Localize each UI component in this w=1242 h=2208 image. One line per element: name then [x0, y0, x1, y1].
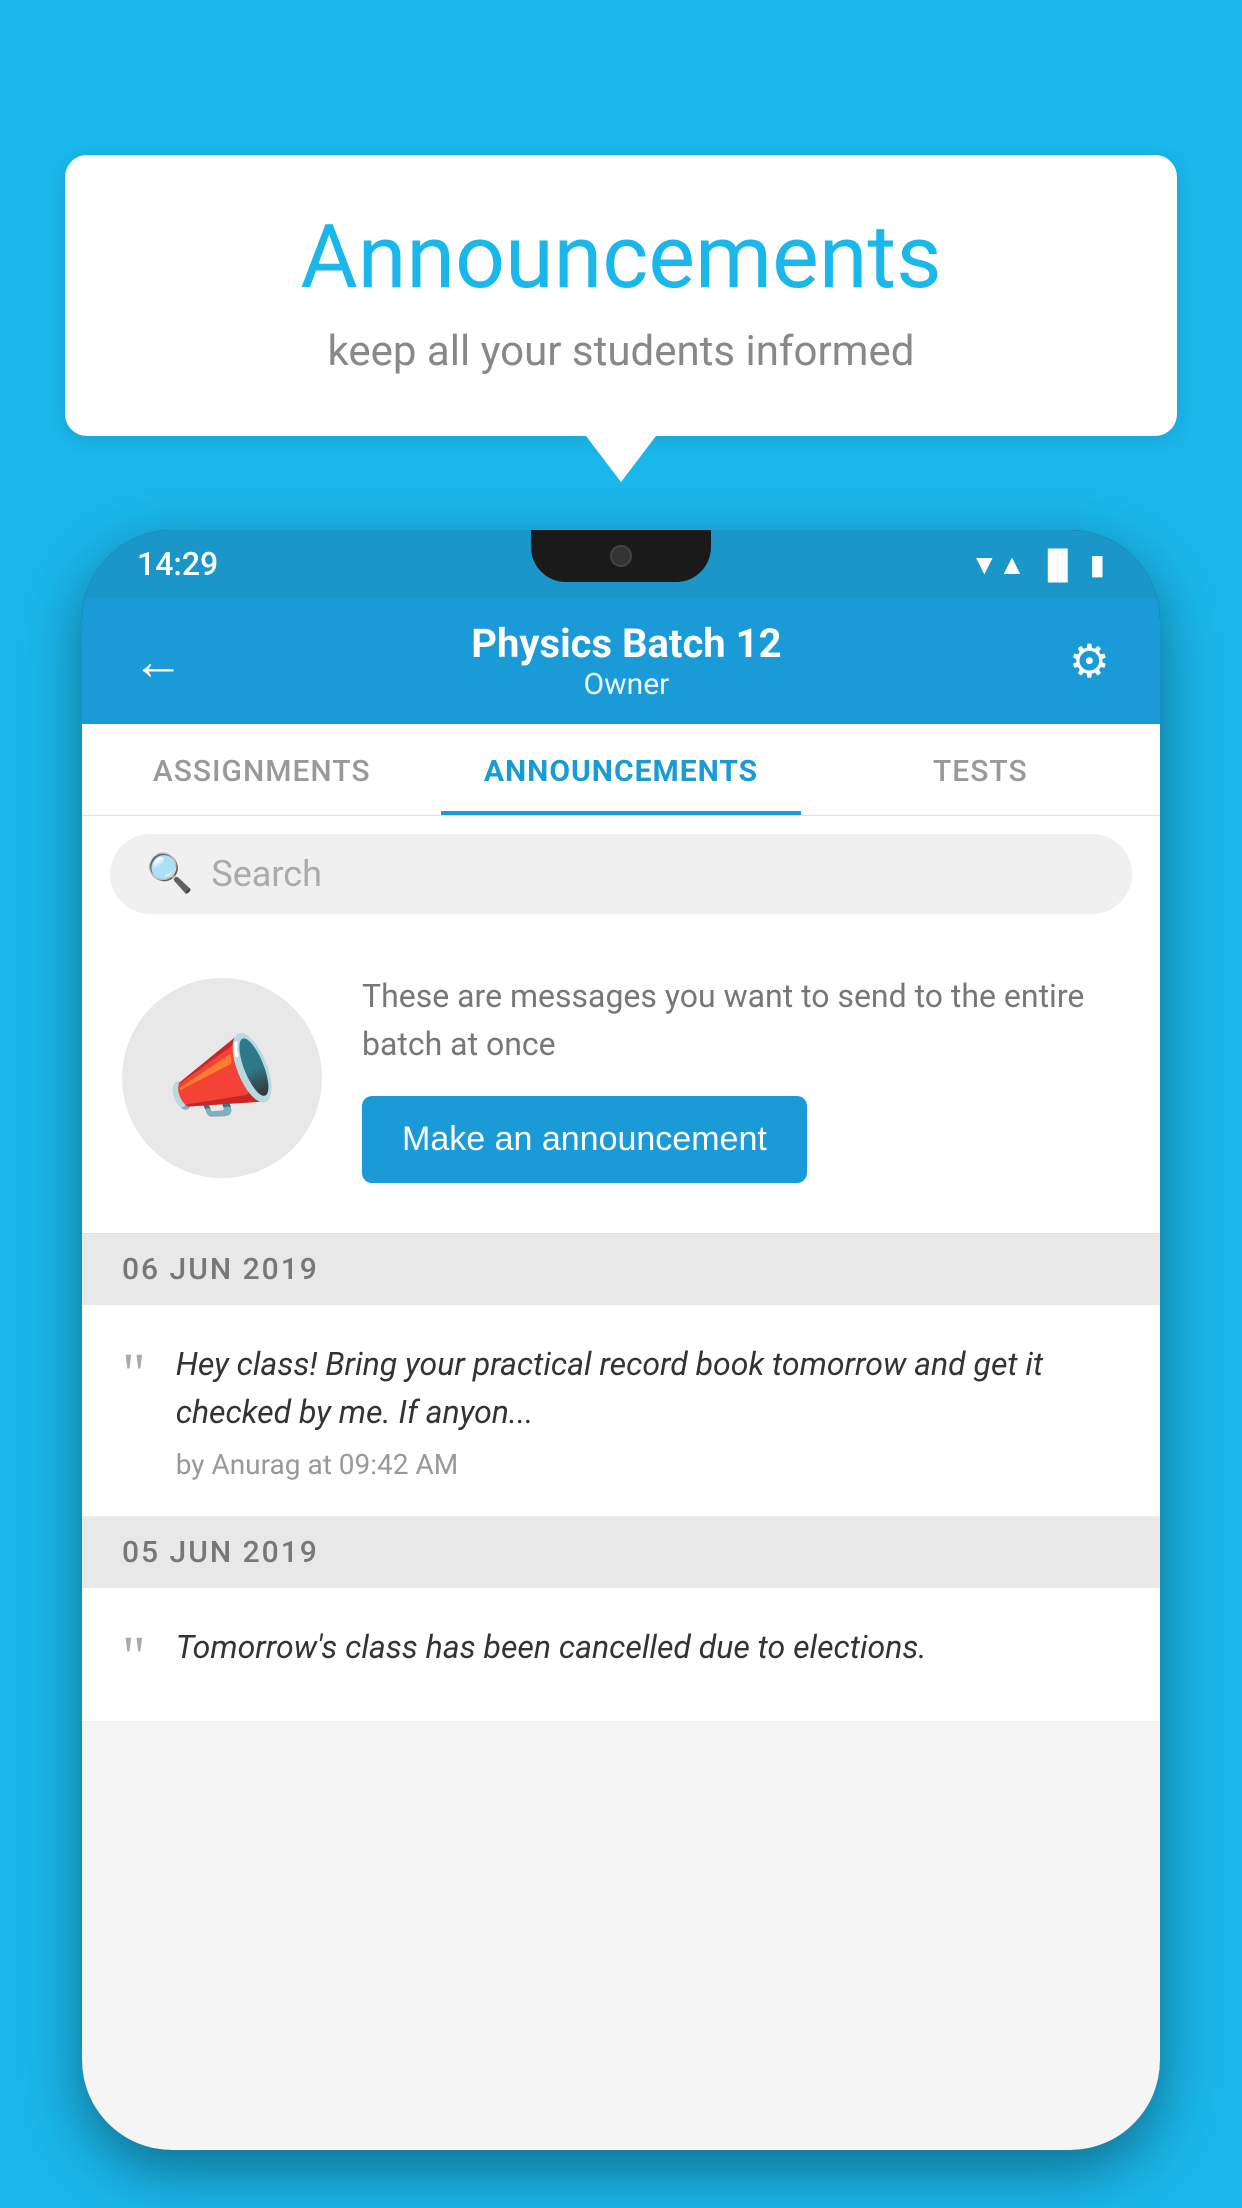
- battery-icon: ▮: [1090, 548, 1105, 581]
- phone-inner: 14:29 ▼▲ ▐▌ ▮ ← Physics Batch 12 Owner: [82, 530, 1160, 2150]
- search-icon: 🔍: [146, 852, 193, 896]
- announcements-title: Announcements: [125, 210, 1117, 307]
- phone-frame: 14:29 ▼▲ ▐▌ ▮ ← Physics Batch 12 Owner: [82, 530, 1160, 2150]
- date-label-1: 06 JUN 2019: [122, 1252, 319, 1287]
- make-announcement-button[interactable]: Make an announcement: [362, 1096, 807, 1183]
- status-bar: 14:29 ▼▲ ▐▌ ▮: [82, 530, 1160, 598]
- search-placeholder: Search: [211, 853, 322, 895]
- app-header: ← Physics Batch 12 Owner ⚙: [82, 598, 1160, 724]
- announcements-subtitle: keep all your students informed: [125, 327, 1117, 376]
- app-content: 🔍 Search 📣 These are messages you want t…: [82, 816, 1160, 2150]
- search-bar[interactable]: 🔍 Search: [110, 834, 1132, 914]
- tab-announcements[interactable]: ANNOUNCEMENTS: [441, 724, 800, 815]
- announcement-content-1: Hey class! Bring your practical record b…: [176, 1340, 1120, 1481]
- header-title-group: Physics Batch 12 Owner: [471, 620, 781, 702]
- megaphone-icon: 📣: [166, 1025, 278, 1130]
- tab-tests[interactable]: TESTS: [801, 724, 1160, 815]
- announcement-item-2[interactable]: " Tomorrow's class has been cancelled du…: [82, 1588, 1160, 1722]
- quote-icon-2: ": [122, 1628, 146, 1686]
- status-time: 14:29: [137, 545, 218, 583]
- announcement-item-1[interactable]: " Hey class! Bring your practical record…: [82, 1305, 1160, 1517]
- promo-right: These are messages you want to send to t…: [362, 972, 1120, 1183]
- speech-bubble-container: Announcements keep all your students inf…: [65, 155, 1177, 436]
- date-separator-2: 05 JUN 2019: [82, 1517, 1160, 1588]
- date-separator-1: 06 JUN 2019: [82, 1234, 1160, 1305]
- promo-description: These are messages you want to send to t…: [362, 972, 1120, 1068]
- announcement-meta-1: by Anurag at 09:42 AM: [176, 1448, 1120, 1481]
- settings-button[interactable]: ⚙: [1069, 634, 1110, 689]
- date-label-2: 05 JUN 2019: [122, 1535, 319, 1570]
- announcement-text-1: Hey class! Bring your practical record b…: [176, 1340, 1120, 1436]
- wifi-icon: ▼▲: [970, 548, 1025, 581]
- front-camera: [610, 545, 632, 567]
- back-button[interactable]: ←: [132, 631, 184, 692]
- speech-bubble: Announcements keep all your students inf…: [65, 155, 1177, 436]
- batch-title: Physics Batch 12: [471, 620, 781, 667]
- search-bar-wrapper: 🔍 Search: [82, 816, 1160, 932]
- status-icons: ▼▲ ▐▌ ▮: [970, 548, 1105, 581]
- announcement-content-2: Tomorrow's class has been cancelled due …: [176, 1623, 1120, 1686]
- promo-icon-circle: 📣: [122, 978, 322, 1178]
- tab-assignments[interactable]: ASSIGNMENTS: [82, 724, 441, 815]
- tabs-bar: ASSIGNMENTS ANNOUNCEMENTS TESTS: [82, 724, 1160, 816]
- signal-icon: ▐▌: [1038, 548, 1078, 581]
- quote-icon-1: ": [122, 1345, 146, 1481]
- phone-container: 14:29 ▼▲ ▐▌ ▮ ← Physics Batch 12 Owner: [82, 530, 1160, 2208]
- announcement-text-2: Tomorrow's class has been cancelled due …: [176, 1623, 1120, 1671]
- batch-role: Owner: [471, 667, 781, 702]
- promo-section: 📣 These are messages you want to send to…: [82, 932, 1160, 1234]
- phone-notch: [531, 530, 711, 582]
